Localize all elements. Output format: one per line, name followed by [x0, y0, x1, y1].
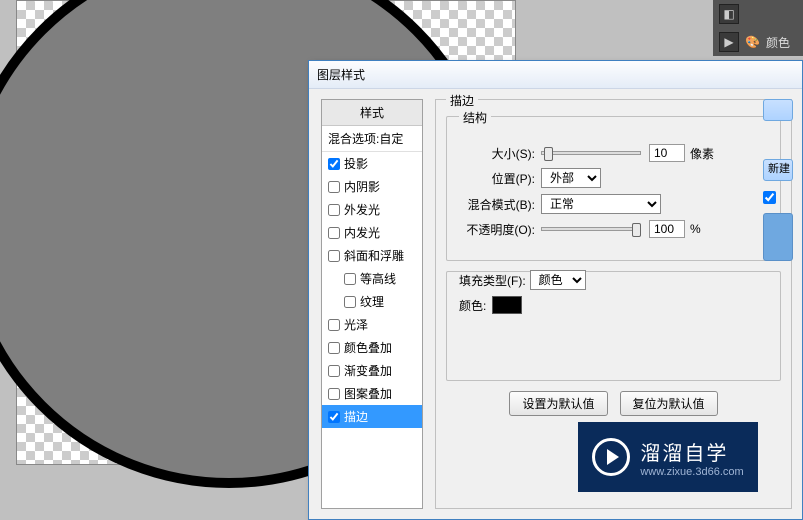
style-item-9[interactable]: 渐变叠加 [322, 359, 422, 382]
set-default-button[interactable]: 设置为默认值 [509, 391, 607, 416]
style-item-label: 渐变叠加 [344, 362, 392, 379]
opacity-unit: % [690, 222, 701, 236]
style-item-label: 外发光 [344, 201, 380, 218]
opacity-slider[interactable] [541, 227, 641, 231]
structure-legend: 结构 [459, 109, 491, 126]
dialog-title-bar[interactable]: 图层样式 [309, 61, 802, 89]
style-item-3[interactable]: 内发光 [322, 221, 422, 244]
style-item-checkbox[interactable] [328, 181, 340, 193]
play-logo-icon [592, 438, 630, 476]
position-label: 位置(P): [459, 170, 541, 187]
style-item-checkbox[interactable] [328, 342, 340, 354]
style-item-10[interactable]: 图案叠加 [322, 382, 422, 405]
style-item-checkbox[interactable] [328, 250, 340, 262]
style-item-label: 颜色叠加 [344, 339, 392, 356]
panel-toggle-icon[interactable]: ◧ [719, 4, 739, 24]
dialog-side-buttons: 新建 [763, 99, 793, 261]
palette-icon[interactable]: 🎨 [745, 35, 760, 49]
style-item-checkbox[interactable] [328, 411, 340, 423]
style-item-5[interactable]: 等高线 [322, 267, 422, 290]
color-swatch[interactable] [492, 296, 522, 314]
style-item-label: 描边 [344, 408, 368, 425]
style-item-7[interactable]: 光泽 [322, 313, 422, 336]
style-item-11[interactable]: 描边 [322, 405, 422, 428]
side-button-top[interactable] [763, 99, 793, 121]
preview-swatch [763, 213, 793, 261]
fill-type-label: 填充类型(F): [459, 272, 530, 289]
style-item-0[interactable]: 投影 [322, 152, 422, 175]
style-item-label: 等高线 [360, 270, 396, 287]
stroke-legend: 描边 [446, 92, 478, 109]
style-item-label: 投影 [344, 155, 368, 172]
style-item-checkbox[interactable] [328, 388, 340, 400]
style-item-4[interactable]: 斜面和浮雕 [322, 244, 422, 267]
blend-mode-select[interactable]: 正常 [541, 194, 661, 214]
style-item-8[interactable]: 颜色叠加 [322, 336, 422, 359]
style-item-label: 斜面和浮雕 [344, 247, 404, 264]
play-icon[interactable]: ▶ [719, 32, 739, 52]
new-style-button[interactable]: 新建 [763, 159, 793, 181]
size-label: 大小(S): [459, 145, 541, 162]
style-item-1[interactable]: 内阴影 [322, 175, 422, 198]
fill-group: 填充类型(F): 颜色 颜色: [446, 271, 781, 381]
position-select[interactable]: 外部 [541, 168, 601, 188]
preview-checkbox[interactable] [763, 187, 793, 207]
style-item-2[interactable]: 外发光 [322, 198, 422, 221]
style-item-checkbox[interactable] [328, 227, 340, 239]
style-item-checkbox[interactable] [328, 158, 340, 170]
watermark-main: 溜溜自学 [640, 437, 743, 466]
size-input[interactable] [649, 144, 685, 162]
style-item-label: 图案叠加 [344, 385, 392, 402]
size-slider[interactable] [541, 151, 641, 155]
opacity-label: 不透明度(O): [459, 221, 541, 238]
blend-options-item[interactable]: 混合选项:自定 [322, 126, 422, 152]
style-item-checkbox[interactable] [344, 296, 356, 308]
style-item-label: 光泽 [344, 316, 368, 333]
fill-type-select[interactable]: 颜色 [530, 270, 586, 290]
style-item-checkbox[interactable] [344, 273, 356, 285]
style-item-checkbox[interactable] [328, 319, 340, 331]
watermark: 溜溜自学 www.zixue.3d66.com [578, 422, 758, 492]
style-item-label: 纹理 [360, 293, 384, 310]
reset-default-button[interactable]: 复位为默认值 [620, 391, 718, 416]
style-list: 样式 混合选项:自定 投影内阴影外发光内发光斜面和浮雕等高线纹理光泽颜色叠加渐变… [321, 99, 423, 509]
watermark-sub: www.zixue.3d66.com [640, 466, 743, 478]
style-list-header[interactable]: 样式 [322, 100, 422, 126]
size-unit: 像素 [690, 145, 714, 162]
right-panel: ◧ ▶ 🎨 颜色 [713, 0, 803, 56]
blend-mode-label: 混合模式(B): [459, 196, 541, 213]
structure-group: 结构 大小(S): 像素 位置(P): 外部 混合模式( [446, 116, 781, 261]
panel-color-label: 颜色 [766, 34, 790, 51]
style-item-label: 内发光 [344, 224, 380, 241]
style-item-6[interactable]: 纹理 [322, 290, 422, 313]
style-item-checkbox[interactable] [328, 204, 340, 216]
color-label: 颜色: [459, 297, 492, 314]
opacity-input[interactable] [649, 220, 685, 238]
dialog-title: 图层样式 [317, 66, 365, 83]
style-item-label: 内阴影 [344, 178, 380, 195]
style-item-checkbox[interactable] [328, 365, 340, 377]
